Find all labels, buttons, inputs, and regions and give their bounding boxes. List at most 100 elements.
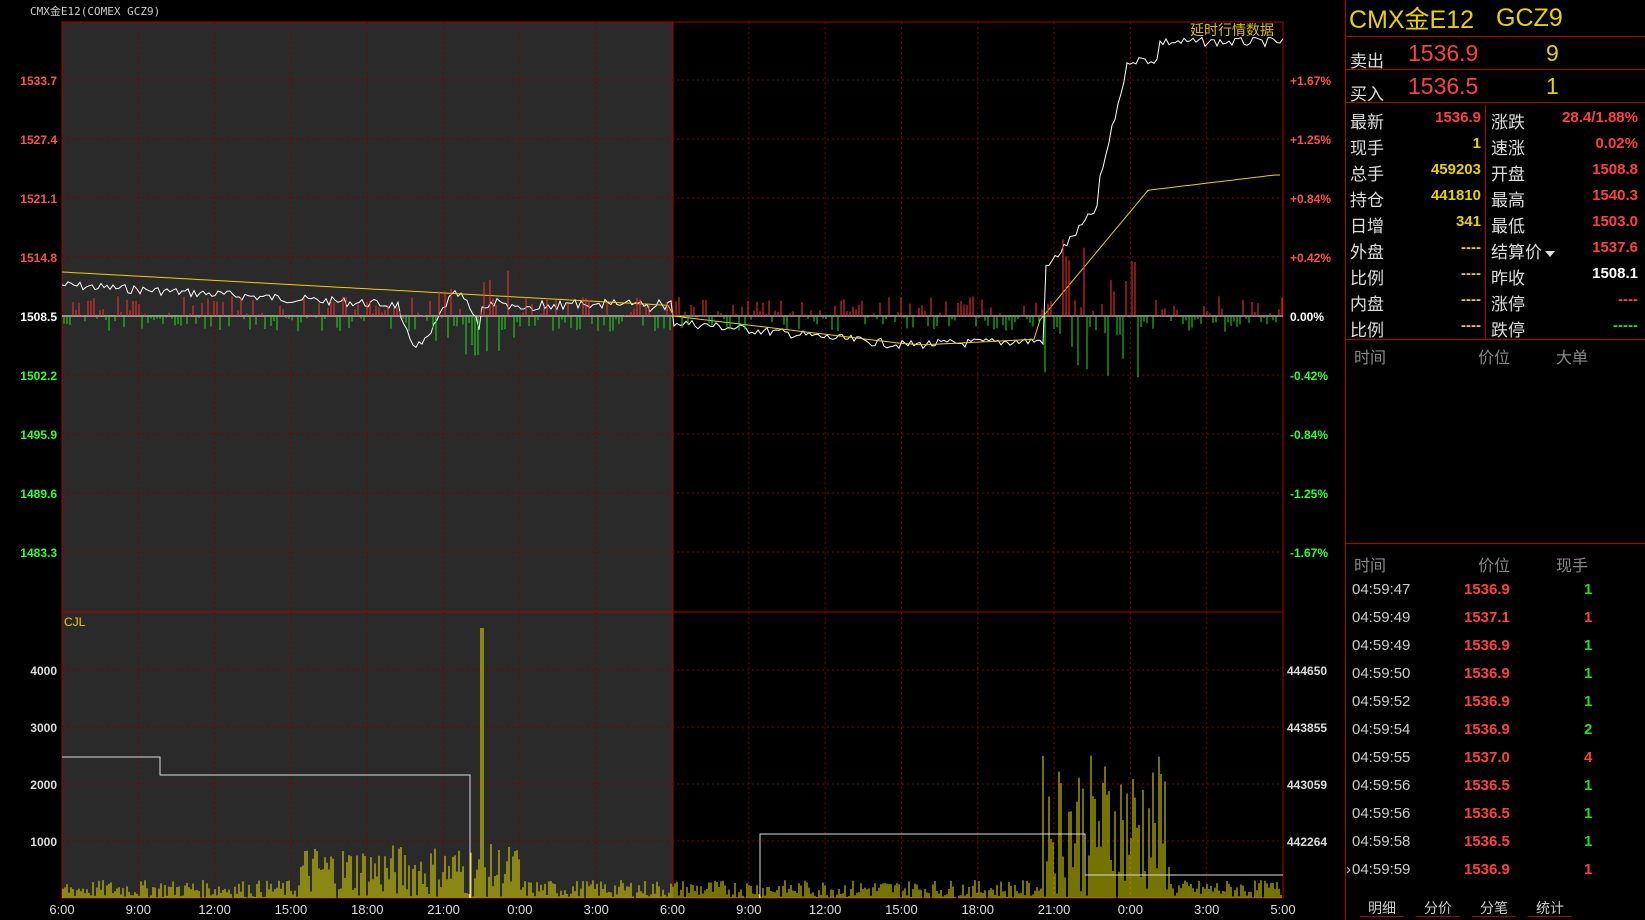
open-interest-line-2 (759, 833, 1283, 898)
stat-label-2-text: 涨停 (1491, 295, 1525, 314)
instrument-header: CMX金E12 GCZ9 (1346, 0, 1645, 37)
stat-value-2: 0.02% (1595, 135, 1638, 152)
tick-row[interactable]: 04:59:54 1536.9 2 (1346, 716, 1645, 744)
stat-divider (1485, 235, 1486, 261)
tick-row[interactable]: 04:59:50 1536.9 1 (1346, 660, 1645, 688)
tick-qty: 1 (1584, 581, 1593, 598)
tick-time: 04:59:59 (1352, 861, 1411, 878)
tick-price: 1536.9 (1464, 637, 1510, 654)
tick-price: 1536.5 (1464, 805, 1510, 822)
big-order-list[interactable] (1346, 366, 1645, 544)
stat-label: 内盘 (1350, 295, 1384, 314)
tab-0[interactable]: 明细 (1360, 898, 1404, 917)
stat-value-2: 1508.8 (1592, 161, 1638, 178)
time-axis-label: 18:00 (961, 902, 994, 917)
stat-value: 1536.9 (1435, 109, 1481, 126)
pct-axis-label: 0.00% (1290, 310, 1324, 324)
ask-label: 卖出 (1350, 52, 1384, 71)
tick-time: 04:59:54 (1352, 721, 1411, 738)
panel-tabs: 明细 分价 分笔 统计 (1346, 896, 1645, 920)
ask-qty: 9 (1546, 40, 1559, 66)
tick-qty: 1 (1584, 609, 1593, 626)
tab-1[interactable]: 分价 (1416, 898, 1460, 917)
tab-3[interactable]: 统计 (1528, 898, 1572, 917)
stat-label-2[interactable]: 结算价 (1491, 238, 1555, 263)
price-axis-label: 1521.1 (20, 192, 57, 206)
stat-divider (1485, 131, 1486, 157)
oi-axis-label: 442264 (1287, 835, 1327, 849)
stat-row: 内盘 ---- 涨停 ---- (1346, 287, 1645, 314)
tick-list[interactable]: 04:59:47 1536.9 1 04:59:49 1537.1 1 04:59:49 15… (1346, 576, 1645, 884)
time-axis-label: 3:00 (1194, 902, 1219, 917)
tick-price: 1537.1 (1464, 609, 1510, 626)
stat-label: 外盘 (1350, 243, 1384, 262)
stat-row: 最新 1536.9 涨跌 28.4/1.88% (1346, 105, 1645, 133)
stat-value-2: 1508.1 (1592, 265, 1638, 282)
stat-value: 1 (1472, 135, 1481, 152)
stat-label-2-text: 最高 (1491, 191, 1525, 210)
stat-row: 外盘 ---- 结算价 1537.6 (1346, 235, 1645, 263)
tick-row[interactable]: 04:59:55 1537.0 4 (1346, 744, 1645, 772)
tick-header-price: 价位 (1478, 558, 1511, 575)
tick-row[interactable]: 04:59:52 1536.9 1 (1346, 688, 1645, 716)
tick-row[interactable]: 04:59:56 1536.5 1 (1346, 772, 1645, 800)
stat-divider (1485, 313, 1486, 339)
tick-time: 04:59:49 (1352, 637, 1411, 654)
stat-label-2: 速涨 (1491, 134, 1525, 159)
stat-value-2: 1540.3 (1592, 187, 1638, 204)
stat-label-2-text: 涨跌 (1491, 113, 1525, 132)
tick-row[interactable]: 04:59:47 1536.9 1 (1346, 576, 1645, 604)
ask-row[interactable]: 卖出 1536.9 9 (1346, 37, 1645, 71)
tick-row[interactable]: › 04:59:59 1536.9 1 (1346, 856, 1645, 884)
bid-label: 买入 (1350, 85, 1384, 104)
price-axis-label: 1508.5 (20, 310, 57, 324)
tick-row[interactable]: 04:59:58 1536.5 1 (1346, 828, 1645, 856)
oi-axis-label: 443059 (1287, 778, 1327, 792)
tick-price: 1536.9 (1464, 581, 1510, 598)
tick-price: 1536.9 (1464, 861, 1510, 878)
time-axis-label: 9:00 (736, 902, 761, 917)
stat-label: 最新 (1350, 113, 1384, 132)
stat-divider (1485, 209, 1486, 235)
time-axis-label: 6:00 (49, 902, 74, 917)
stat-label-2: 涨跌 (1491, 108, 1525, 133)
stat-row: 现手 1 速涨 0.02% (1346, 131, 1645, 159)
stat-value: 441810 (1430, 187, 1481, 204)
stat-row: 比例 ---- 昨收 1508.1 (1346, 261, 1645, 289)
stat-label-2-text: 跌停 (1491, 321, 1525, 340)
stat-value: ---- (1461, 291, 1481, 308)
tick-qty: 1 (1584, 665, 1593, 682)
stat-label-2: 最低 (1491, 212, 1525, 237)
tick-row[interactable]: 04:59:49 1537.1 1 (1346, 604, 1645, 632)
chart-canvas[interactable]: 1533.7 +1.67% 1527.4 +1.25% 1521.1 +0.84% 1514… (0, 0, 1345, 920)
stat-value: ---- (1461, 239, 1481, 256)
tick-qty: 4 (1584, 749, 1593, 766)
volume-axis-label: 2000 (30, 778, 57, 792)
stat-divider (1485, 183, 1486, 209)
time-axis-label: 0:00 (1118, 902, 1143, 917)
dropdown-arrow-icon[interactable] (1545, 250, 1555, 257)
tick-price: 1536.5 (1464, 777, 1510, 794)
stat-label: 比例 (1350, 269, 1384, 288)
tab-2[interactable]: 分笔 (1472, 898, 1516, 917)
stat-value: 341 (1455, 213, 1481, 230)
time-axis-label: 12:00 (809, 902, 842, 917)
big-header-time: 时间 (1354, 350, 1387, 367)
stat-value-2: 1537.6 (1592, 239, 1638, 256)
tick-row[interactable]: 04:59:56 1536.5 1 (1346, 800, 1645, 828)
tick-price: 1537.0 (1464, 749, 1510, 766)
tick-header: 时间 价位 现手 (1346, 552, 1645, 575)
stat-value-2: ----- (1613, 317, 1638, 334)
stat-label-2: 昨收 (1491, 264, 1525, 289)
instrument-code: GCZ9 (1496, 3, 1563, 32)
pct-axis-label: -1.67% (1290, 546, 1328, 560)
price-axis-label: 1514.8 (20, 251, 57, 265)
bid-row[interactable]: 买入 1536.5 1 (1346, 70, 1645, 104)
delay-data-label: 延时行情数据 (1190, 22, 1274, 38)
ask-price: 1536.9 (1408, 40, 1479, 66)
tick-row[interactable]: 04:59:49 1536.9 1 (1346, 632, 1645, 660)
price-axis-label: 1527.4 (20, 133, 57, 147)
tick-qty: 1 (1584, 777, 1593, 794)
intraday-chart[interactable]: 1533.7 +1.67% 1527.4 +1.25% 1521.1 +0.84% 1514… (0, 0, 1345, 920)
pct-axis-label: -0.84% (1290, 428, 1328, 442)
